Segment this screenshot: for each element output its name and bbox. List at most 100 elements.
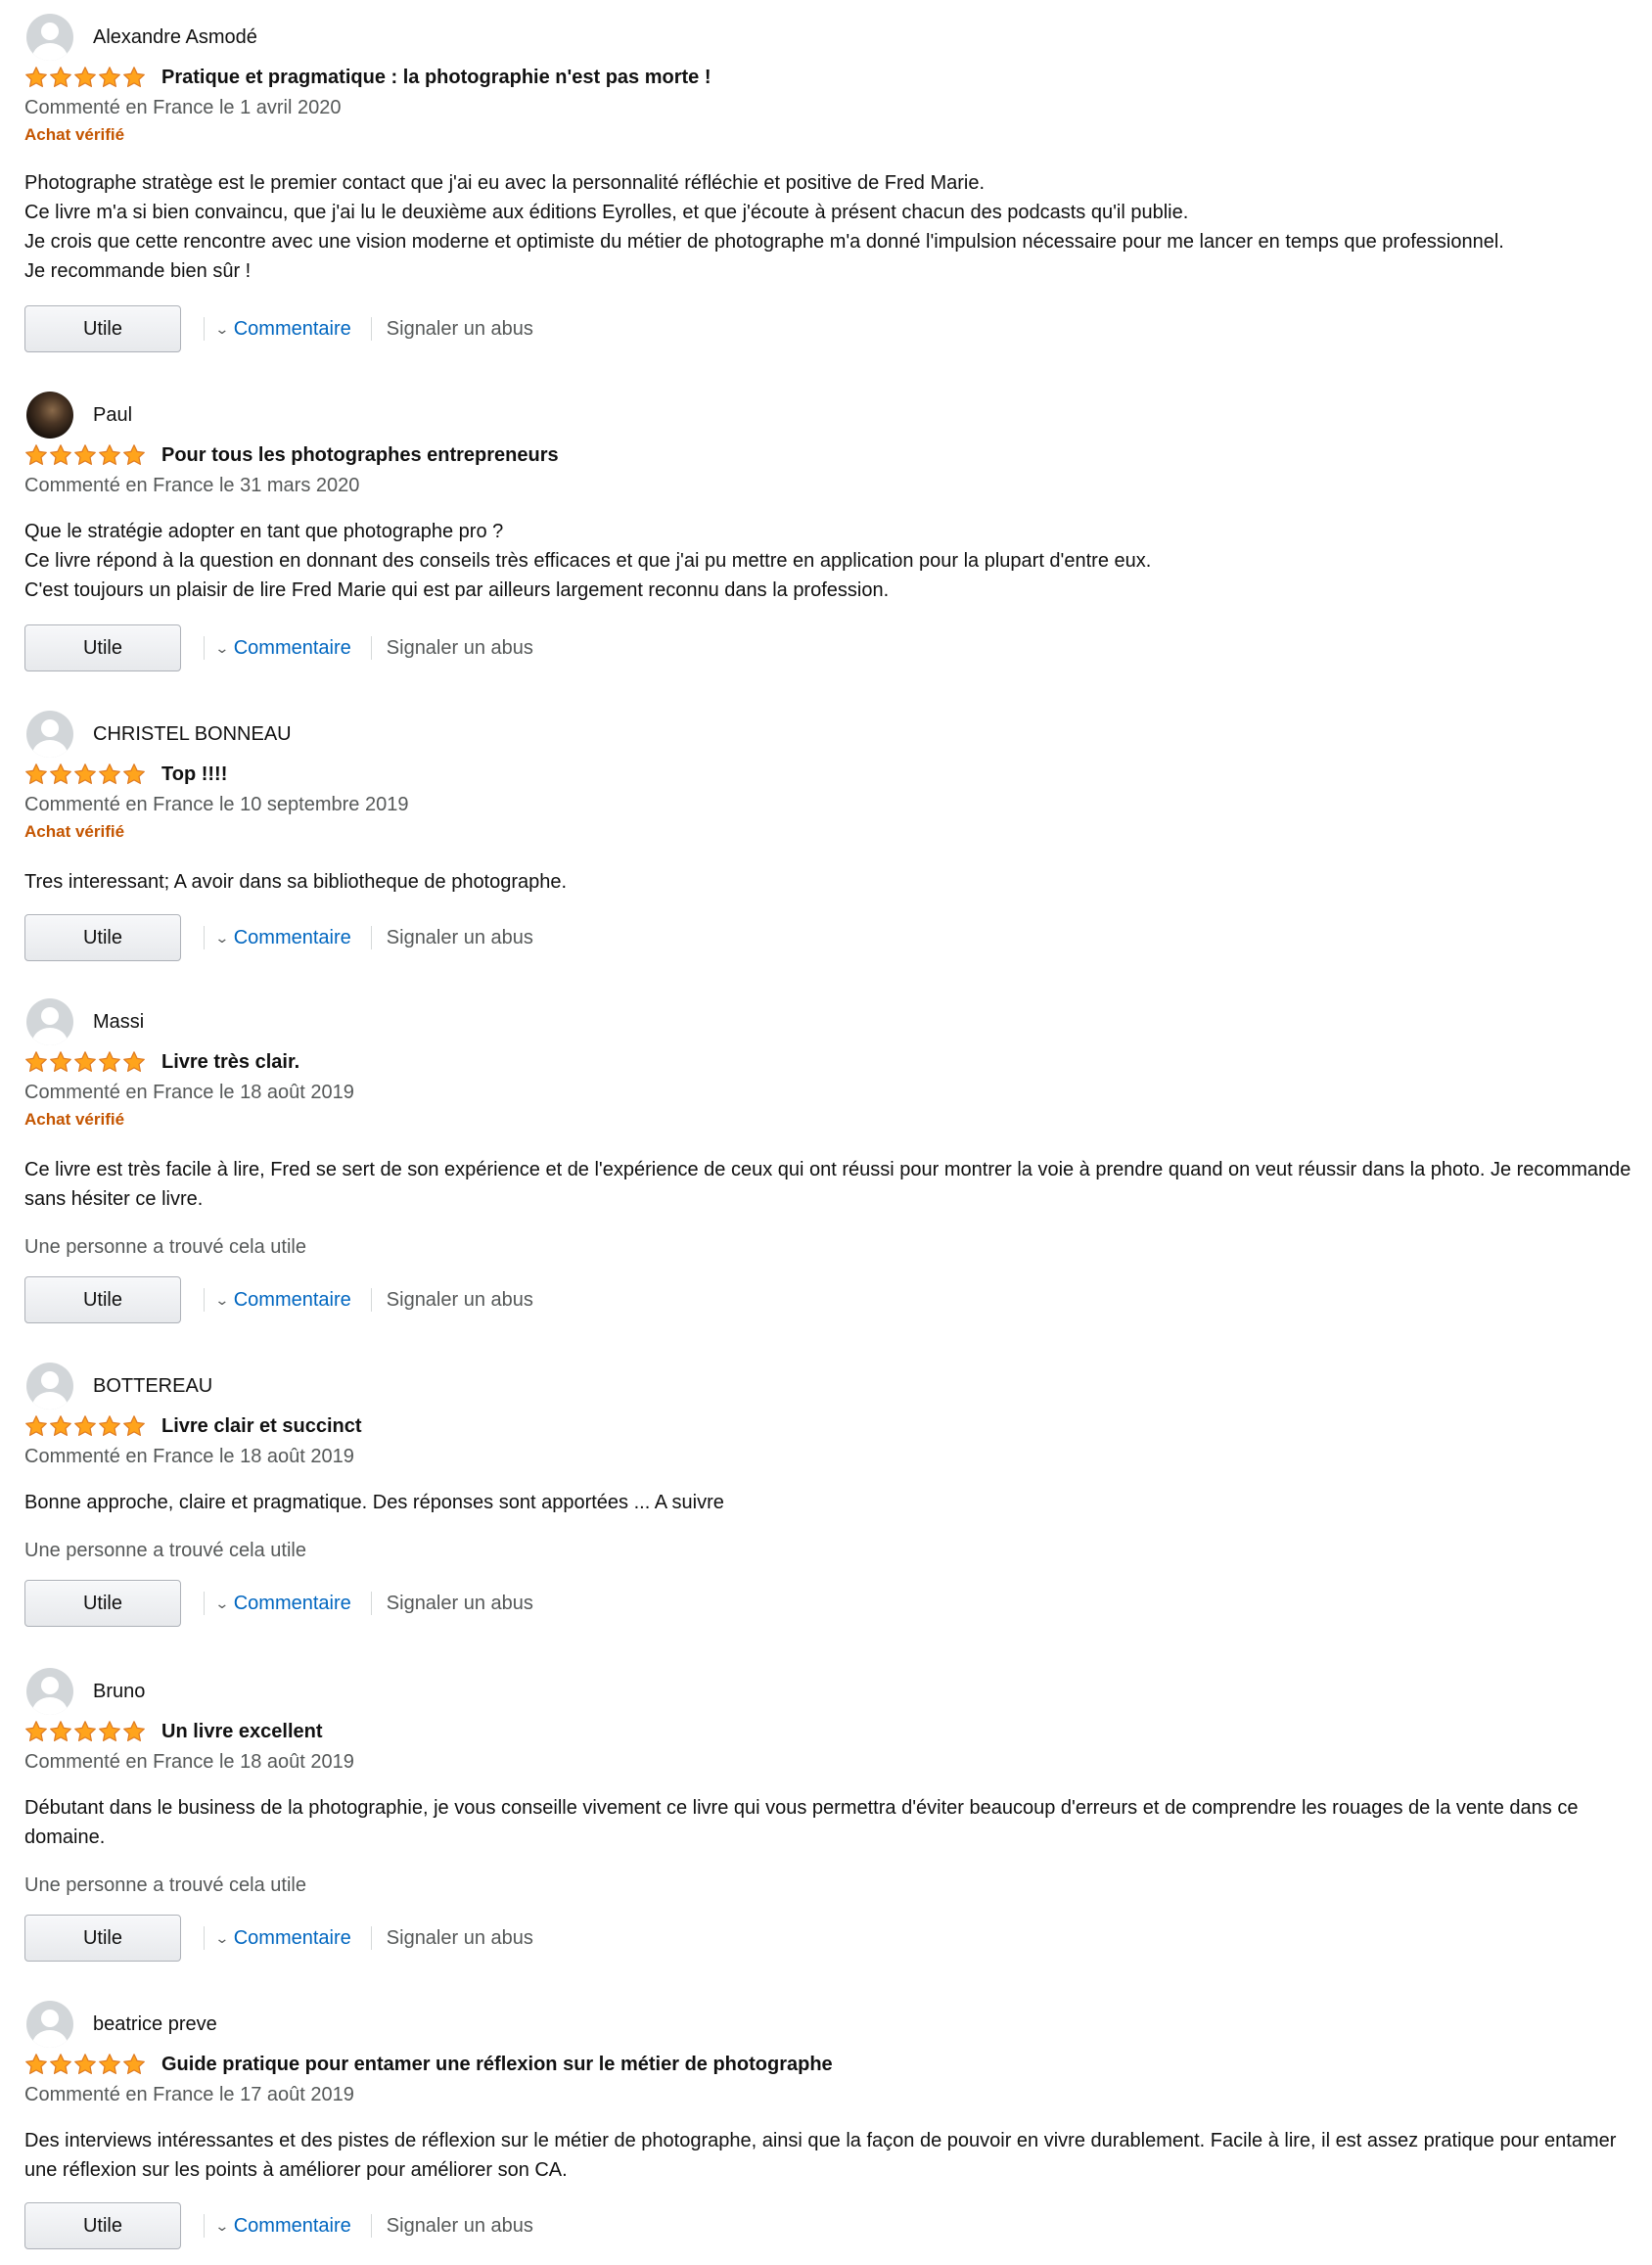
review-title[interactable]: Guide pratique pour entamer une réflexio… bbox=[161, 2054, 833, 2076]
report-abuse-link[interactable]: Signaler un abus bbox=[387, 2215, 533, 2238]
chevron-down-icon: ⌄ bbox=[214, 639, 230, 656]
reviewer-name[interactable]: Bruno bbox=[93, 1681, 145, 1703]
review-body-line: Je recommande bien sûr ! bbox=[24, 260, 252, 282]
star-rating[interactable] bbox=[24, 2053, 146, 2076]
review-title[interactable]: Pratique et pragmatique : la photographi… bbox=[161, 67, 711, 89]
star-icon bbox=[123, 2054, 145, 2074]
report-abuse-link[interactable]: Signaler un abus bbox=[387, 927, 533, 949]
review-title-row: Pratique et pragmatique : la photographi… bbox=[24, 63, 711, 92]
review-body: Ce livre est très facile à lire, Fred se… bbox=[24, 1155, 1639, 1214]
divider bbox=[204, 926, 205, 949]
review-item: CHRISTEL BONNEAU Top !!!! Commenté en Fr… bbox=[0, 709, 1652, 983]
report-abuse-link[interactable]: Signaler un abus bbox=[387, 318, 533, 341]
report-abuse-link[interactable]: Signaler un abus bbox=[387, 1289, 533, 1312]
review-title[interactable]: Livre clair et succinct bbox=[161, 1415, 362, 1438]
comment-link[interactable]: ⌄ Commentaire bbox=[214, 1288, 351, 1312]
verified-purchase-badge[interactable]: Achat vérifié bbox=[24, 820, 124, 844]
avatar[interactable] bbox=[26, 1363, 73, 1410]
review-body-line: Je crois que cette rencontre avec une vi… bbox=[24, 231, 1504, 253]
reviewer-name[interactable]: BOTTEREAU bbox=[93, 1375, 212, 1398]
review-body-line: Photographe stratège est le premier cont… bbox=[24, 172, 986, 194]
review-title[interactable]: Top !!!! bbox=[161, 763, 227, 786]
report-abuse-link[interactable]: Signaler un abus bbox=[387, 637, 533, 660]
comment-link[interactable]: ⌄ Commentaire bbox=[214, 1592, 351, 1615]
star-rating[interactable] bbox=[24, 443, 146, 467]
reviewer-name[interactable]: Paul bbox=[93, 404, 132, 427]
comment-label: Commentaire bbox=[233, 636, 351, 659]
chevron-down-icon: ⌄ bbox=[214, 1291, 230, 1308]
review-title[interactable]: Un livre excellent bbox=[161, 1721, 323, 1743]
star-icon bbox=[50, 2054, 71, 2074]
chevron-down-icon: ⌄ bbox=[214, 2217, 230, 2234]
helpful-button[interactable]: Utile bbox=[24, 1580, 181, 1627]
review-header: Alexandre Asmodé bbox=[26, 12, 257, 63]
star-icon bbox=[123, 67, 145, 87]
review-body-line: C'est toujours un plaisir de lire Fred M… bbox=[24, 579, 890, 601]
avatar[interactable] bbox=[26, 14, 73, 61]
star-icon bbox=[74, 67, 96, 87]
review-title[interactable]: Livre très clair. bbox=[161, 1051, 299, 1074]
report-abuse-link[interactable]: Signaler un abus bbox=[387, 1927, 533, 1950]
star-icon bbox=[25, 444, 47, 465]
review-actions: Utile ⌄ Commentaire Signaler un abus bbox=[24, 1276, 533, 1323]
reviewer-name[interactable]: beatrice preve bbox=[93, 2013, 217, 2036]
reviewer-name[interactable]: Alexandre Asmodé bbox=[93, 26, 257, 49]
comment-link[interactable]: ⌄ Commentaire bbox=[214, 1926, 351, 1950]
review-item: Alexandre Asmodé Pratique et pragmatique… bbox=[0, 12, 1652, 364]
review-header: Bruno bbox=[26, 1666, 145, 1717]
helpful-button[interactable]: Utile bbox=[24, 305, 181, 352]
comment-link[interactable]: ⌄ Commentaire bbox=[214, 318, 351, 341]
star-icon bbox=[123, 1051, 145, 1072]
review-body: Débutant dans le business de la photogra… bbox=[24, 1793, 1639, 1852]
star-rating[interactable] bbox=[24, 66, 146, 89]
comment-link[interactable]: ⌄ Commentaire bbox=[214, 636, 351, 660]
divider bbox=[370, 1926, 372, 1950]
helpful-button[interactable]: Utile bbox=[24, 624, 181, 671]
helpful-count: Une personne a trouvé cela utile bbox=[24, 1236, 306, 1258]
verified-purchase-badge[interactable]: Achat vérifié bbox=[24, 1108, 124, 1132]
star-icon bbox=[74, 1415, 96, 1436]
star-rating[interactable] bbox=[24, 1414, 146, 1438]
comment-link[interactable]: ⌄ Commentaire bbox=[214, 2215, 351, 2238]
review-actions: Utile ⌄ Commentaire Signaler un abus bbox=[24, 914, 533, 961]
star-icon bbox=[25, 1721, 47, 1741]
star-icon bbox=[25, 1051, 47, 1072]
star-icon bbox=[50, 67, 71, 87]
star-icon bbox=[50, 763, 71, 784]
star-icon bbox=[99, 2054, 120, 2074]
reviewer-name[interactable]: CHRISTEL BONNEAU bbox=[93, 723, 292, 746]
review-title[interactable]: Pour tous les photographes entrepreneurs bbox=[161, 444, 559, 467]
star-icon bbox=[123, 1415, 145, 1436]
star-icon bbox=[99, 1051, 120, 1072]
star-rating[interactable] bbox=[24, 1050, 146, 1074]
avatar[interactable] bbox=[26, 711, 73, 758]
avatar[interactable] bbox=[26, 2001, 73, 2048]
star-icon bbox=[123, 1721, 145, 1741]
star-icon bbox=[99, 763, 120, 784]
review-body-line: Des interviews intéressantes et des pist… bbox=[24, 2130, 1617, 2181]
star-icon bbox=[74, 2054, 96, 2074]
review-title-row: Un livre excellent bbox=[24, 1717, 323, 1746]
avatar[interactable] bbox=[26, 392, 73, 439]
star-icon bbox=[25, 2054, 47, 2074]
divider bbox=[370, 317, 372, 341]
avatar[interactable] bbox=[26, 998, 73, 1045]
star-rating[interactable] bbox=[24, 1720, 146, 1743]
review-title-row: Livre très clair. bbox=[24, 1047, 299, 1077]
comment-label: Commentaire bbox=[233, 1926, 351, 1949]
star-rating[interactable] bbox=[24, 763, 146, 786]
reviewer-name[interactable]: Massi bbox=[93, 1011, 144, 1034]
divider bbox=[370, 2214, 372, 2238]
helpful-button[interactable]: Utile bbox=[24, 1915, 181, 1962]
comment-link[interactable]: ⌄ Commentaire bbox=[214, 927, 351, 949]
review-body: Tres interessant; A avoir dans sa biblio… bbox=[24, 867, 1639, 897]
star-icon bbox=[50, 1415, 71, 1436]
verified-purchase-badge[interactable]: Achat vérifié bbox=[24, 123, 124, 147]
comment-label: Commentaire bbox=[233, 1592, 351, 1614]
avatar[interactable] bbox=[26, 1668, 73, 1715]
helpful-button[interactable]: Utile bbox=[24, 914, 181, 961]
helpful-button[interactable]: Utile bbox=[24, 2202, 181, 2249]
comment-label: Commentaire bbox=[233, 1288, 351, 1311]
helpful-button[interactable]: Utile bbox=[24, 1276, 181, 1323]
report-abuse-link[interactable]: Signaler un abus bbox=[387, 1593, 533, 1615]
